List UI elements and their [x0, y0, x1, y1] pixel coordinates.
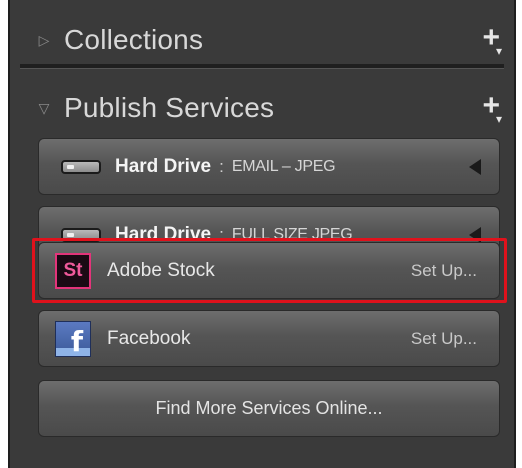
left-arrow-icon[interactable]	[469, 158, 481, 175]
service-adobe-stock[interactable]: St Adobe Stock Set Up...	[38, 242, 500, 299]
service-name: Facebook	[107, 327, 191, 349]
publish-services-header[interactable]: ▽ Publish Services +▾	[10, 78, 514, 138]
add-publish-service-plus-icon[interactable]: +▾	[482, 91, 502, 126]
collections-header[interactable]: ▷ Collections +▾	[10, 10, 514, 70]
find-more-services-button[interactable]: Find More Services Online...	[38, 380, 500, 437]
left-panel: ▷ Collections +▾ ▽ Publish Services +▾ H…	[8, 0, 516, 468]
expanded-triangle-icon[interactable]: ▽	[24, 100, 64, 117]
left-arrow-icon[interactable]	[469, 226, 481, 243]
facebook-icon: f	[55, 320, 91, 357]
add-collection-plus-icon[interactable]: +▾	[482, 23, 502, 58]
hard-drive-icon	[61, 227, 101, 242]
service-name: Adobe Stock	[107, 259, 215, 281]
service-hard-drive-email-jpeg[interactable]: Hard Drive : EMAIL – JPEG	[38, 138, 500, 195]
publish-services-title: Publish Services	[64, 92, 275, 123]
collapsed-triangle-icon[interactable]: ▷	[24, 32, 64, 49]
service-subtitle: EMAIL – JPEG	[231, 157, 336, 175]
section-divider	[20, 64, 504, 69]
set-up-button[interactable]: Set Up...	[411, 329, 477, 349]
service-facebook[interactable]: f Facebook Set Up...	[38, 310, 500, 367]
find-more-services-label: Find More Services Online...	[155, 398, 383, 418]
service-subtitle: FULL SIZE JPEG	[231, 225, 353, 243]
facebook-f-glyph: f	[70, 325, 84, 357]
adobe-stock-icon: St	[55, 252, 91, 289]
collections-title: Collections	[64, 24, 204, 55]
service-name: Hard Drive	[115, 155, 212, 177]
set-up-button[interactable]: Set Up...	[411, 261, 477, 281]
service-separator: :	[219, 156, 224, 176]
hard-drive-icon	[61, 159, 101, 174]
